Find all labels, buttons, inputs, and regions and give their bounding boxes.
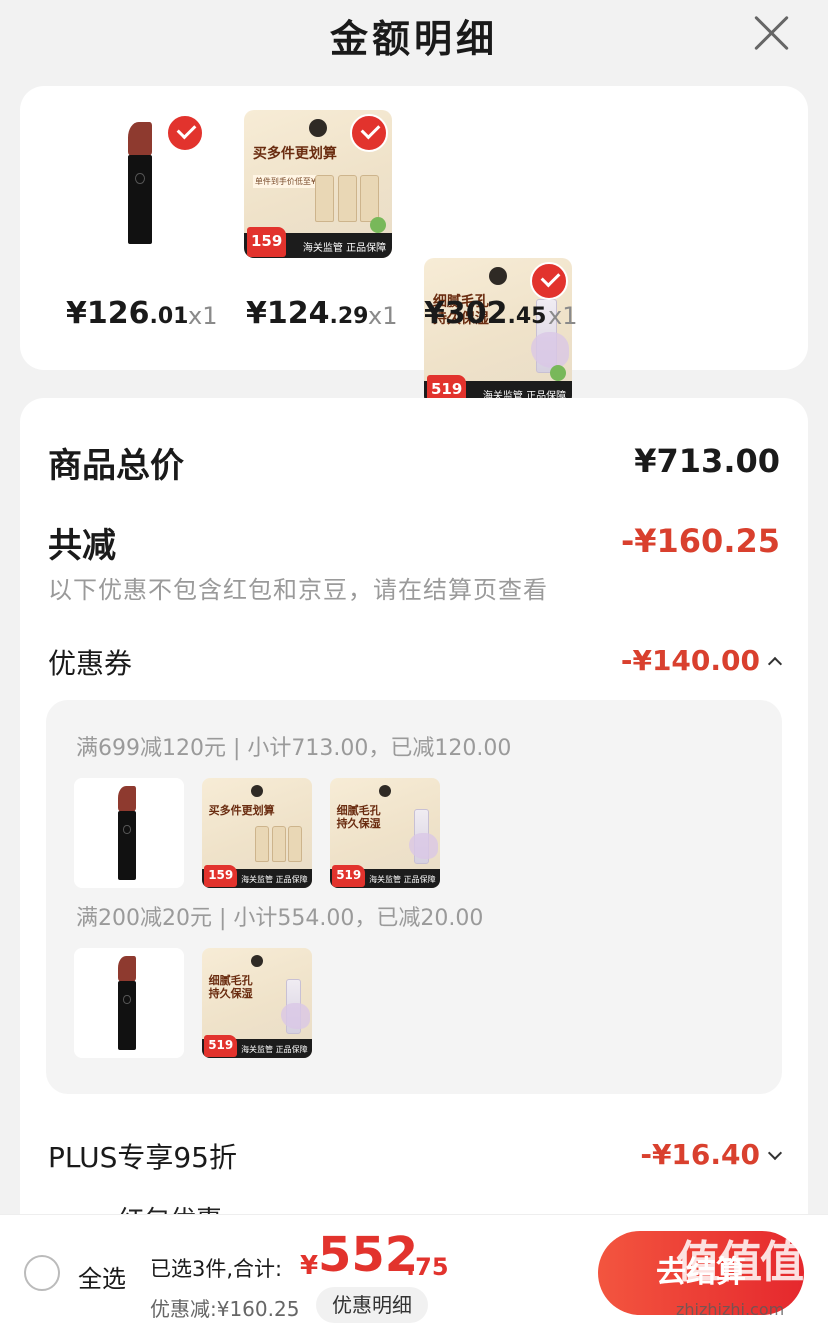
thumb-lotion: 细腻毛孔 持久保湿 519 海关监管 正品保障 (202, 948, 312, 1058)
check-icon[interactable] (166, 114, 204, 152)
coupon-rule: 满699减120元 | 小计713.00，已减120.00 (76, 736, 512, 761)
leaf-icon (550, 364, 567, 381)
select-all-label[interactable]: 全选 (78, 1259, 126, 1294)
detail-card: 商品总价 ¥713.00 共减 -¥160.25 以下优惠不包含红包和京豆，请在… (20, 398, 808, 1258)
total-decimal: .75 (406, 1253, 449, 1281)
product-qty: x1 (368, 302, 398, 330)
page-title: 金额明细 (329, 17, 498, 61)
watermark-url: zhizhizhi.com (676, 1300, 785, 1319)
product-price: ¥126.01 (66, 296, 189, 331)
discount-detail-button[interactable]: 优惠明细 (316, 1287, 428, 1323)
check-icon[interactable] (350, 114, 388, 152)
chevron-down-icon (767, 1145, 783, 1161)
discount-text: 优惠减:¥160.25 (150, 1297, 300, 1321)
thumb-lipstick (74, 948, 184, 1058)
plus-toggle[interactable]: -¥16.40 (640, 1138, 783, 1171)
promo-price-badge: 159 (246, 226, 287, 257)
chevron-up-icon (767, 656, 783, 672)
selection-summary: 已选3件,合计: (150, 1257, 283, 1281)
coupon-label: 优惠券 (48, 647, 133, 680)
thumb-lotion: 细腻毛孔 持久保湿 519 海关监管 正品保障 (330, 778, 440, 888)
product-price: ¥124.29 (246, 296, 369, 331)
close-icon[interactable] (752, 12, 792, 52)
coupon-toggle[interactable]: -¥140.00 (621, 644, 783, 677)
bottles-image (315, 163, 383, 223)
leaf-icon (370, 216, 387, 233)
reduce-value: -¥160.25 (620, 522, 780, 560)
promo-headline: 买多件更划算 (252, 145, 337, 162)
reduce-note: 以下优惠不包含红包和京豆，请在结算页查看 (48, 576, 548, 604)
reduce-label: 共减 (48, 526, 116, 566)
total-currency: ¥ (300, 1251, 319, 1281)
total-value: ¥713.00 (634, 442, 780, 480)
check-icon[interactable] (530, 262, 568, 300)
promo-band-text: 海关监管 正品保障 (302, 242, 387, 254)
plus-label: PLUS专享95折 (48, 1141, 237, 1174)
total-label: 商品总价 (48, 446, 184, 486)
thumb-foundation: 买多件更划算 159 海关监管 正品保障 (202, 778, 312, 888)
coupon-rule: 满200减20元 | 小计554.00，已减20.00 (76, 906, 484, 931)
total-amount: 552 (318, 1227, 419, 1283)
product-lipstick[interactable] (60, 110, 208, 258)
product-price: ¥302.45 (424, 296, 547, 331)
coupon-detail-box: 满699减120元 | 小计713.00，已减120.00 买多件更划算 159… (46, 700, 782, 1094)
brand-logo-icon (309, 118, 327, 137)
watermark-logo: 值值值 (676, 1237, 804, 1288)
product-qty: x1 (548, 302, 578, 330)
select-all-radio[interactable] (24, 1255, 60, 1291)
product-foundation[interactable]: 买多件更划算 单件到手价低至¥53 159 海关监管 正品保障 (244, 110, 392, 258)
thumb-lipstick (74, 778, 184, 888)
lipstick-image (128, 122, 152, 244)
brand-logo-icon (489, 266, 507, 285)
product-card: 买多件更划算 单件到手价低至¥53 159 海关监管 正品保障 细腻毛孔 持久保… (20, 86, 808, 406)
header: 金额明细 (0, 0, 828, 78)
product-qty: x1 (188, 302, 218, 330)
flower-image (530, 332, 570, 368)
product-lotion[interactable]: 细腻毛孔 持久保湿 519 海关监管 正品保障 (424, 258, 572, 406)
